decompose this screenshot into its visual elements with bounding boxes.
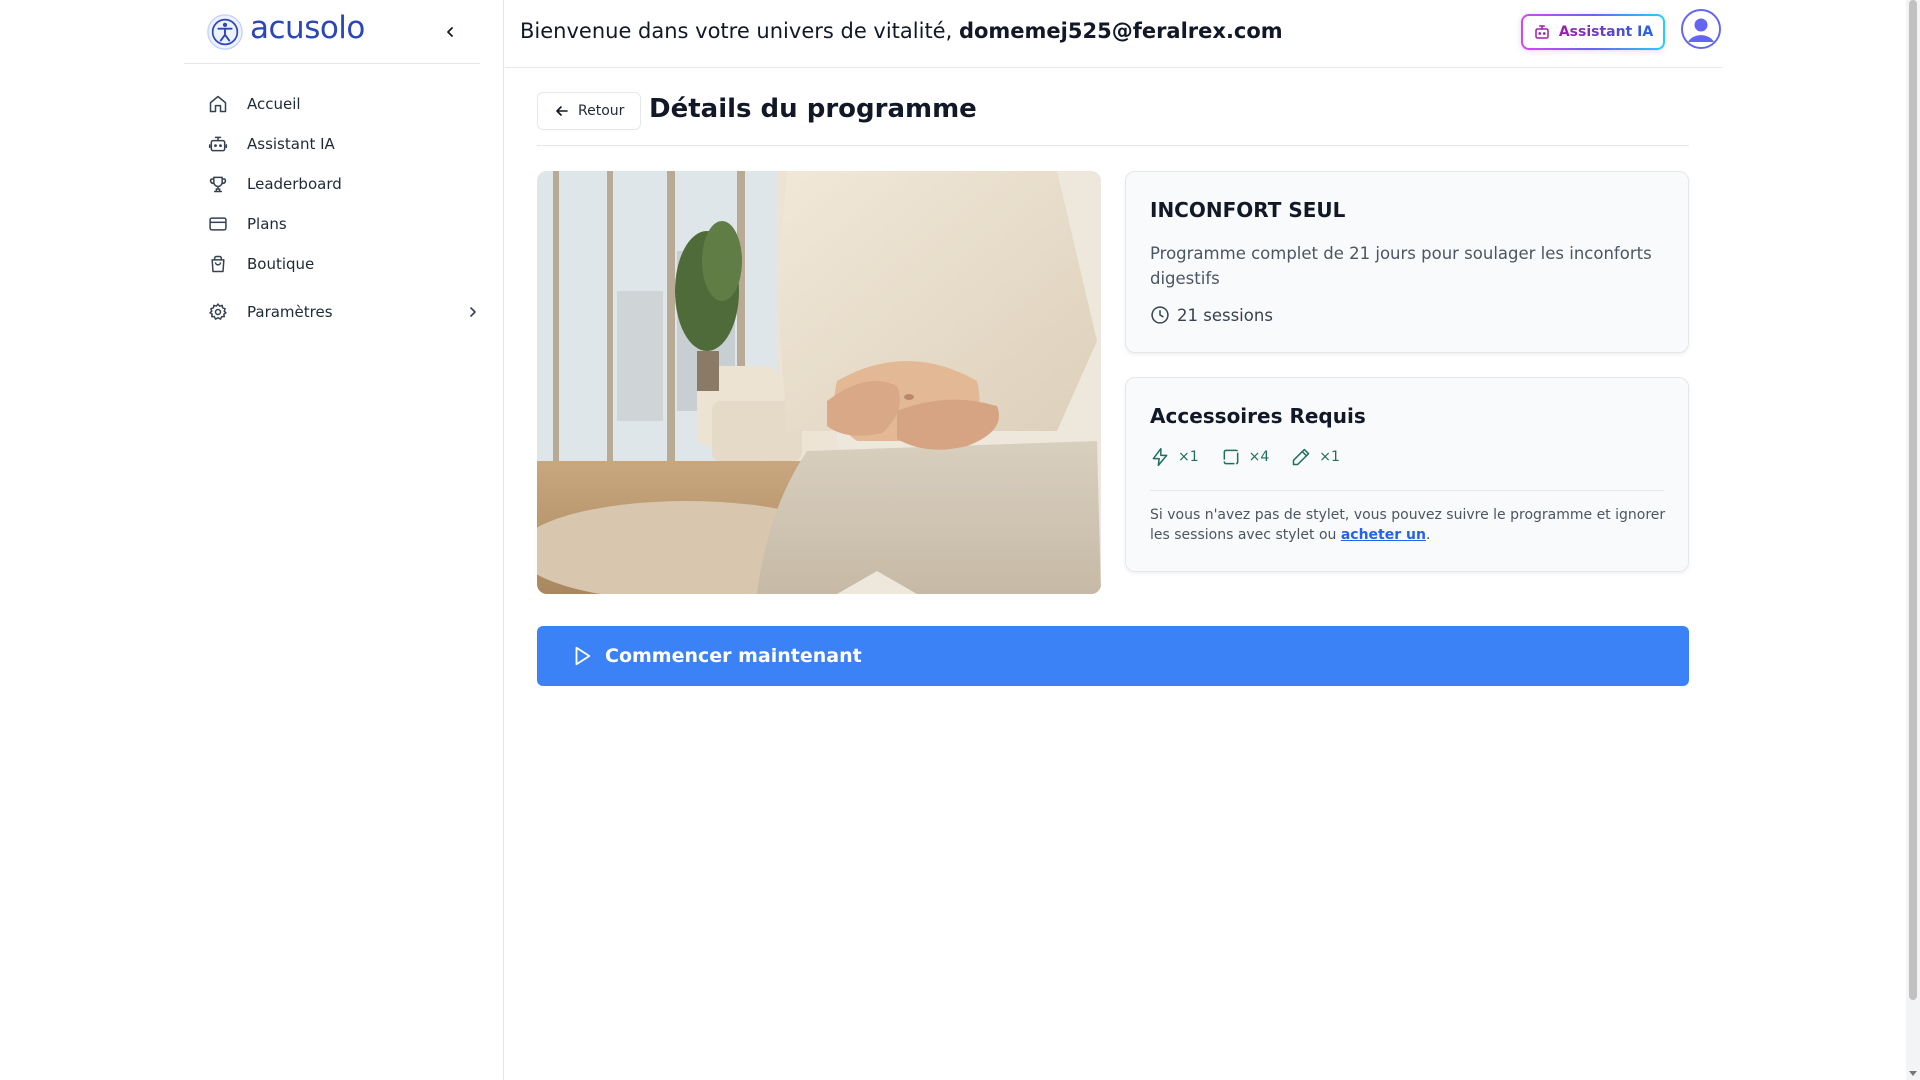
sidebar-item-label: Assistant IA (247, 135, 335, 153)
logo-text: acusolo (250, 10, 365, 46)
accessories-title: Accessoires Requis (1150, 404, 1366, 428)
sidebar: acusolo Accueil Assistant IA Leaderboard… (184, 0, 504, 1080)
program-name: INCONFORT SEUL (1150, 198, 1346, 222)
play-icon (575, 646, 591, 666)
program-description: Programme complet de 21 jours pour soula… (1150, 244, 1652, 288)
sidebar-item-accueil[interactable]: Accueil (204, 84, 480, 124)
sidebar-item-assistant-ia[interactable]: Assistant IA (204, 124, 480, 164)
buy-stylus-link[interactable]: acheter un (1341, 527, 1426, 543)
logo-icon (207, 14, 243, 50)
back-label: Retour (578, 103, 625, 119)
credit-card-icon (207, 213, 229, 235)
accessories-list: ×1 ×4 ×1 (1150, 447, 1362, 467)
welcome-message: Bienvenue dans votre univers de vitalité… (520, 19, 1283, 43)
zap-icon (1152, 447, 1168, 467)
accessories-card: Accessoires Requis ×1 ×4 ×1 Si vous n'av… (1125, 377, 1689, 572)
sidebar-item-leaderboard[interactable]: Leaderboard (204, 164, 480, 204)
pen-icon (1293, 448, 1310, 466)
accessory-qty: ×1 (1178, 449, 1199, 465)
user-email: domemej525@feralrex.com (958, 19, 1283, 43)
main-content: Retour Détails du programme INCONFORT SE… (537, 92, 1689, 686)
shopping-bag-icon (207, 253, 229, 275)
home-icon (207, 93, 229, 115)
vertical-scrollbar[interactable] (1906, 0, 1920, 1080)
session-count: 21 sessions (1150, 305, 1273, 325)
sidebar-item-label: Boutique (247, 255, 315, 273)
accessory-item: ×1 (1150, 447, 1199, 467)
sidebar-item-label: Plans (247, 215, 287, 233)
trophy-icon (207, 173, 229, 195)
scrollbar-thumb[interactable] (1909, 0, 1917, 1000)
accessory-qty: ×4 (1248, 449, 1270, 465)
back-button[interactable]: Retour (537, 92, 641, 130)
title-row: Retour Détails du programme (537, 92, 1689, 146)
program-info-card: INCONFORT SEUL Programme complet de 21 j… (1125, 171, 1689, 353)
sidebar-item-parametres[interactable]: Paramètres (204, 292, 480, 332)
square-icon (1223, 449, 1239, 465)
accessory-qty: ×1 (1319, 449, 1340, 465)
session-count-label: 21 sessions (1177, 305, 1273, 325)
note-end: . (1425, 527, 1431, 543)
divider (1150, 490, 1664, 491)
sidebar-item-plans[interactable]: Plans (204, 204, 480, 244)
welcome-text: Bienvenue dans votre univers de vitalité… (520, 19, 959, 43)
clock-icon (1151, 306, 1169, 324)
collapse-sidebar-button[interactable] (438, 20, 462, 44)
app-root: acusolo Accueil Assistant IA Leaderboard… (0, 0, 1920, 1080)
top-header: Bienvenue dans votre univers de vitalité… (505, 0, 1722, 68)
logo-row: acusolo (184, 0, 480, 64)
bot-icon (1535, 25, 1549, 39)
sidebar-item-label: Paramètres (247, 303, 333, 321)
page-title: Détails du programme (649, 94, 977, 124)
avatar[interactable] (1681, 9, 1721, 49)
program-photo-illustration (537, 171, 1101, 594)
accessory-item: ×4 (1221, 447, 1270, 467)
assistant-ia-button[interactable]: Assistant IA (1521, 14, 1665, 50)
start-now-label: Commencer maintenant (605, 645, 862, 667)
sidebar-nav: Accueil Assistant IA Leaderboard Plans B… (204, 84, 480, 332)
stylus-note: Si vous n'avez pas de stylet, vous pouve… (1150, 505, 1670, 545)
chevron-left-icon (447, 27, 453, 37)
bot-icon (207, 133, 229, 155)
assistant-ia-label: Assistant IA (1558, 24, 1654, 40)
user-avatar-icon (1683, 11, 1719, 47)
sidebar-item-boutique[interactable]: Boutique (204, 244, 480, 284)
sidebar-item-label: Accueil (247, 95, 301, 113)
arrow-left-icon (556, 106, 568, 116)
accessory-item: ×1 (1291, 447, 1340, 467)
chevron-right-icon (470, 307, 476, 317)
gear-icon (207, 301, 229, 323)
scroll-down-arrow-icon[interactable] (1908, 1068, 1918, 1078)
start-now-button[interactable]: Commencer maintenant (537, 626, 1689, 686)
sidebar-item-label: Leaderboard (247, 175, 342, 193)
program-image (537, 171, 1101, 594)
